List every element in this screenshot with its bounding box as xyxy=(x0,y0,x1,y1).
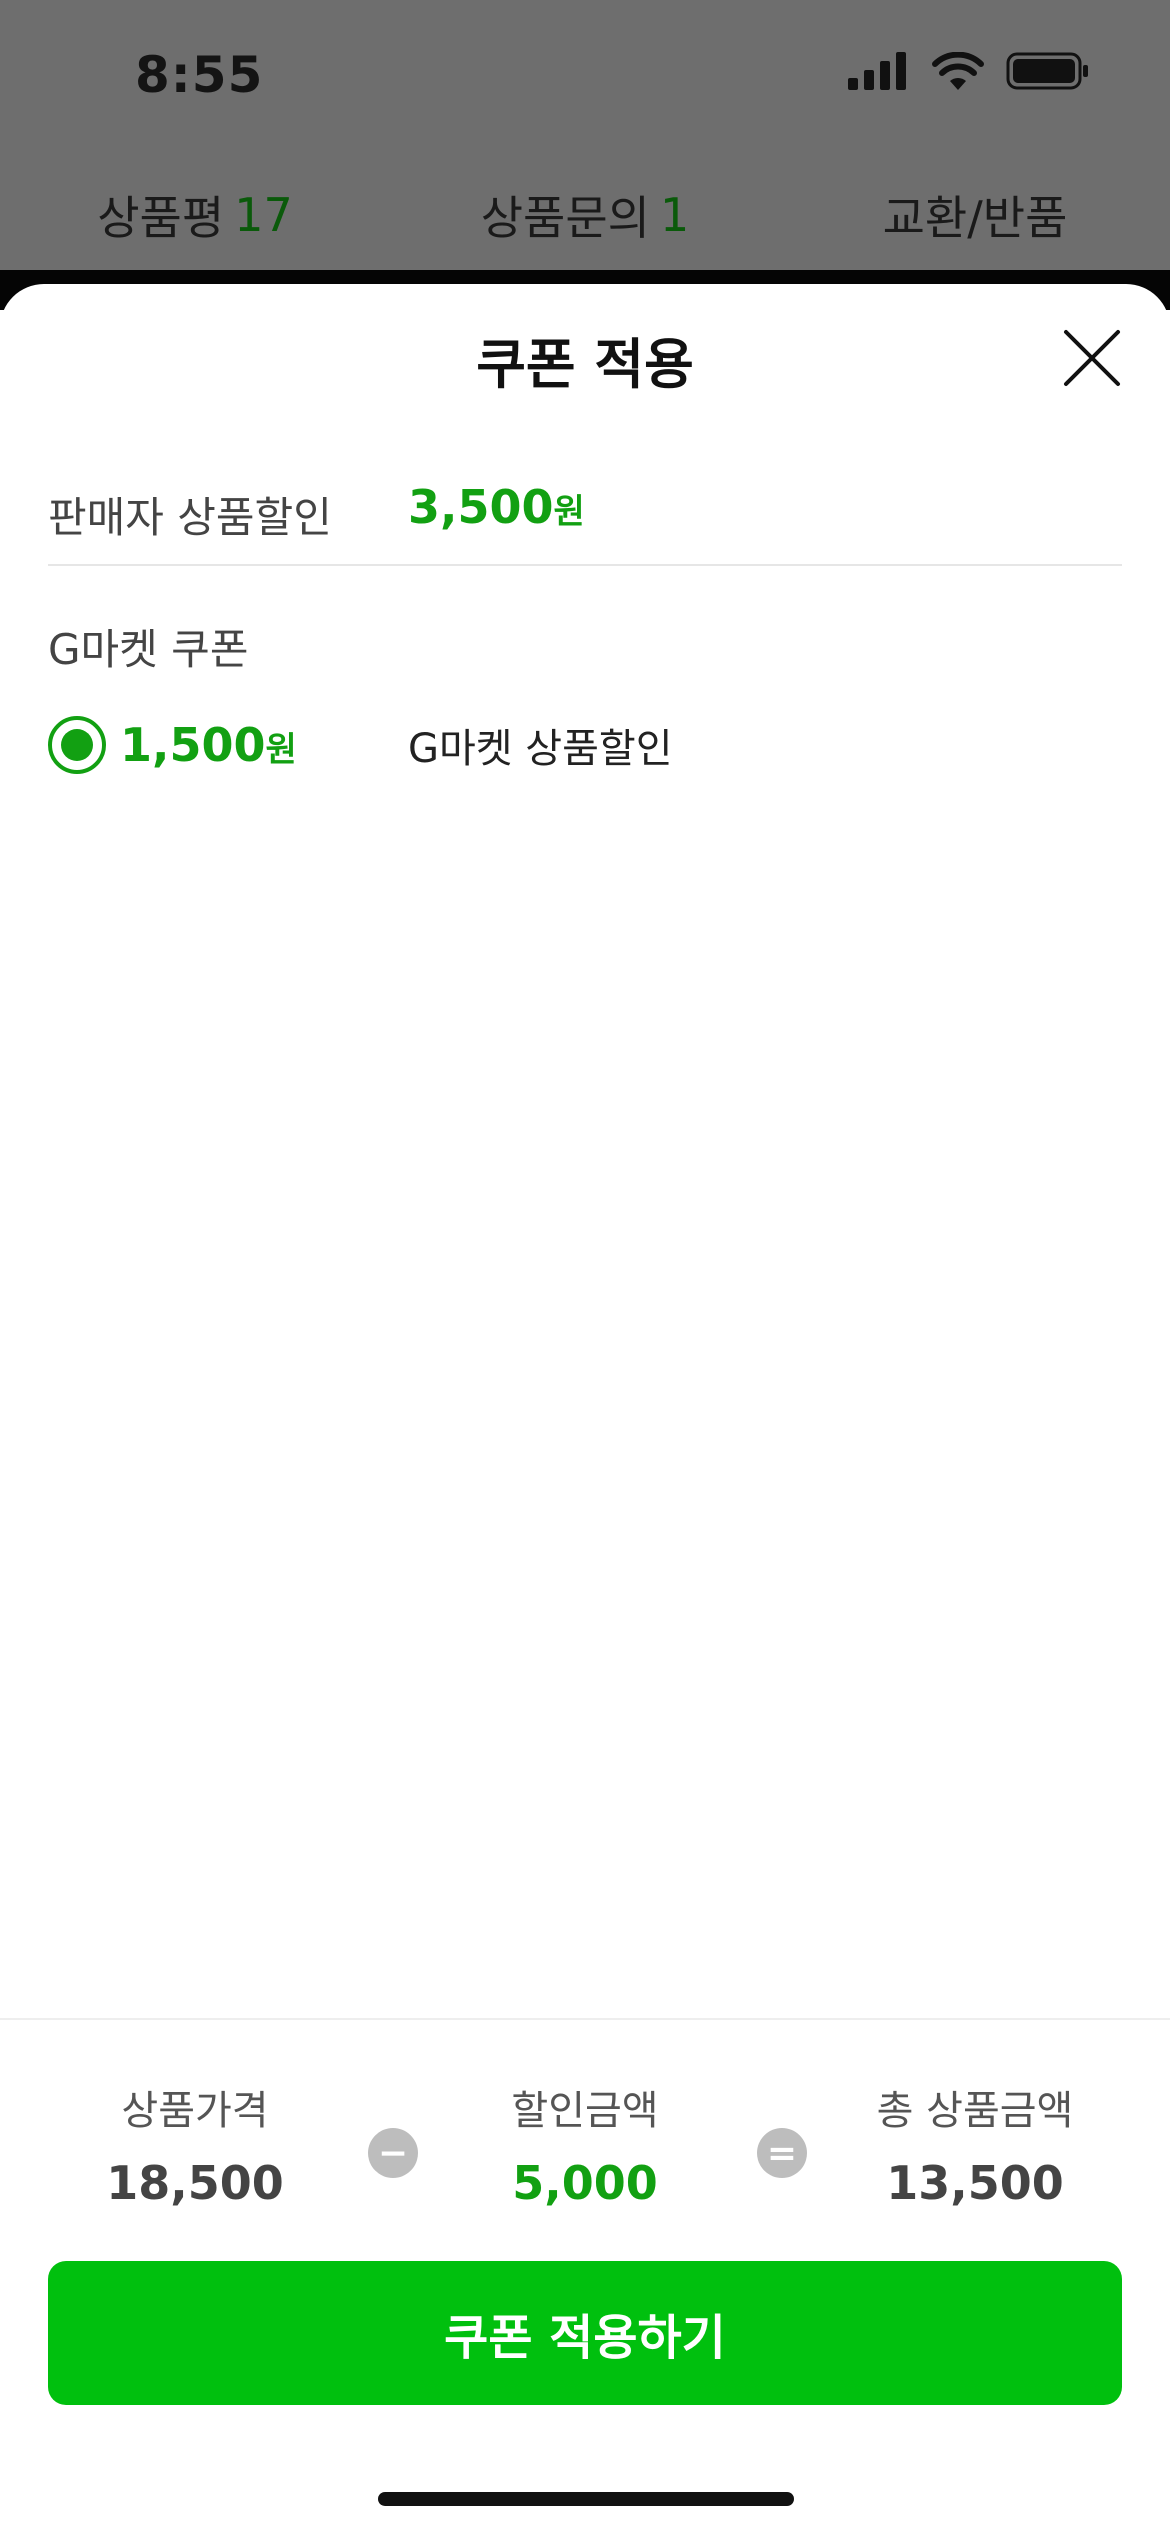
currency-unit: 원 xyxy=(265,730,297,770)
product-tabs: 상품평 17 상품문의 1 교환/반품 xyxy=(0,160,1170,270)
coupon-amount: 1,500원 xyxy=(120,718,408,772)
tab-exchange-return[interactable]: 교환/반품 xyxy=(780,160,1170,270)
seller-discount-value: 3,500 xyxy=(408,480,554,534)
radio-dot xyxy=(61,729,93,761)
total-label: 총 상품금액 xyxy=(876,2088,1074,2134)
apply-coupon-button[interactable]: 쿠폰 적용하기 xyxy=(48,2261,1122,2405)
tab-label: 교환/반품 xyxy=(882,191,1068,245)
summary-total: 총 상품금액 13,500 xyxy=(810,2078,1140,2210)
currency-unit: 원 xyxy=(553,492,585,532)
price-summary: 상품가격 18,500 − 할인금액 5,000 = 총 상품금액 13,500 xyxy=(0,2018,1170,2218)
status-time: 8:55 xyxy=(135,46,264,104)
tab-count: 1 xyxy=(660,188,690,242)
sheet-title: 쿠폰 적용 xyxy=(476,333,694,396)
minus-icon: − xyxy=(368,2128,418,2178)
close-icon xyxy=(1064,330,1120,386)
price-value: 18,500 xyxy=(106,2156,284,2210)
coupon-amount-value: 1,500 xyxy=(120,718,266,772)
seller-discount-row: 판매자 상품할인 3,500원 xyxy=(48,474,1122,566)
summary-price: 상품가격 18,500 xyxy=(30,2078,360,2210)
seller-discount-amount: 3,500원 xyxy=(408,480,585,534)
tab-label: 상품문의 xyxy=(480,191,650,245)
status-bar: 8:55 xyxy=(0,0,1170,150)
status-icons xyxy=(848,51,1090,94)
discount-label: 할인금액 xyxy=(511,2088,659,2134)
summary-discount: 할인금액 5,000 xyxy=(420,2078,750,2210)
equals-icon: = xyxy=(757,2128,807,2178)
price-label: 상품가격 xyxy=(121,2088,269,2134)
tab-count: 17 xyxy=(234,188,293,242)
battery-icon xyxy=(1006,52,1090,94)
radio-selected-icon[interactable] xyxy=(48,716,106,774)
coupon-option[interactable]: 1,500원 G마켓 상품할인 xyxy=(48,710,1122,780)
home-indicator xyxy=(378,2492,794,2506)
coupon-sheet: 쿠폰 적용 판매자 상품할인 3,500원 G마켓 쿠폰 1,500원 G마켓 … xyxy=(0,284,1170,2532)
tab-reviews[interactable]: 상품평 17 xyxy=(0,160,390,270)
coupon-name: G마켓 상품할인 xyxy=(408,726,673,772)
close-button[interactable] xyxy=(1056,322,1128,394)
background-page: 8:55 상품평 17 상품문의 1 교환/반품 xyxy=(0,0,1170,290)
seller-discount-label: 판매자 상품할인 xyxy=(48,493,332,542)
gmarket-coupon-section-title: G마켓 쿠폰 xyxy=(48,625,249,674)
tab-label: 상품평 xyxy=(97,191,225,245)
tab-questions[interactable]: 상품문의 1 xyxy=(390,160,780,270)
total-value: 13,500 xyxy=(886,2156,1064,2210)
cellular-signal-icon xyxy=(848,52,910,94)
discount-value: 5,000 xyxy=(512,2156,658,2210)
wifi-icon xyxy=(932,51,984,94)
